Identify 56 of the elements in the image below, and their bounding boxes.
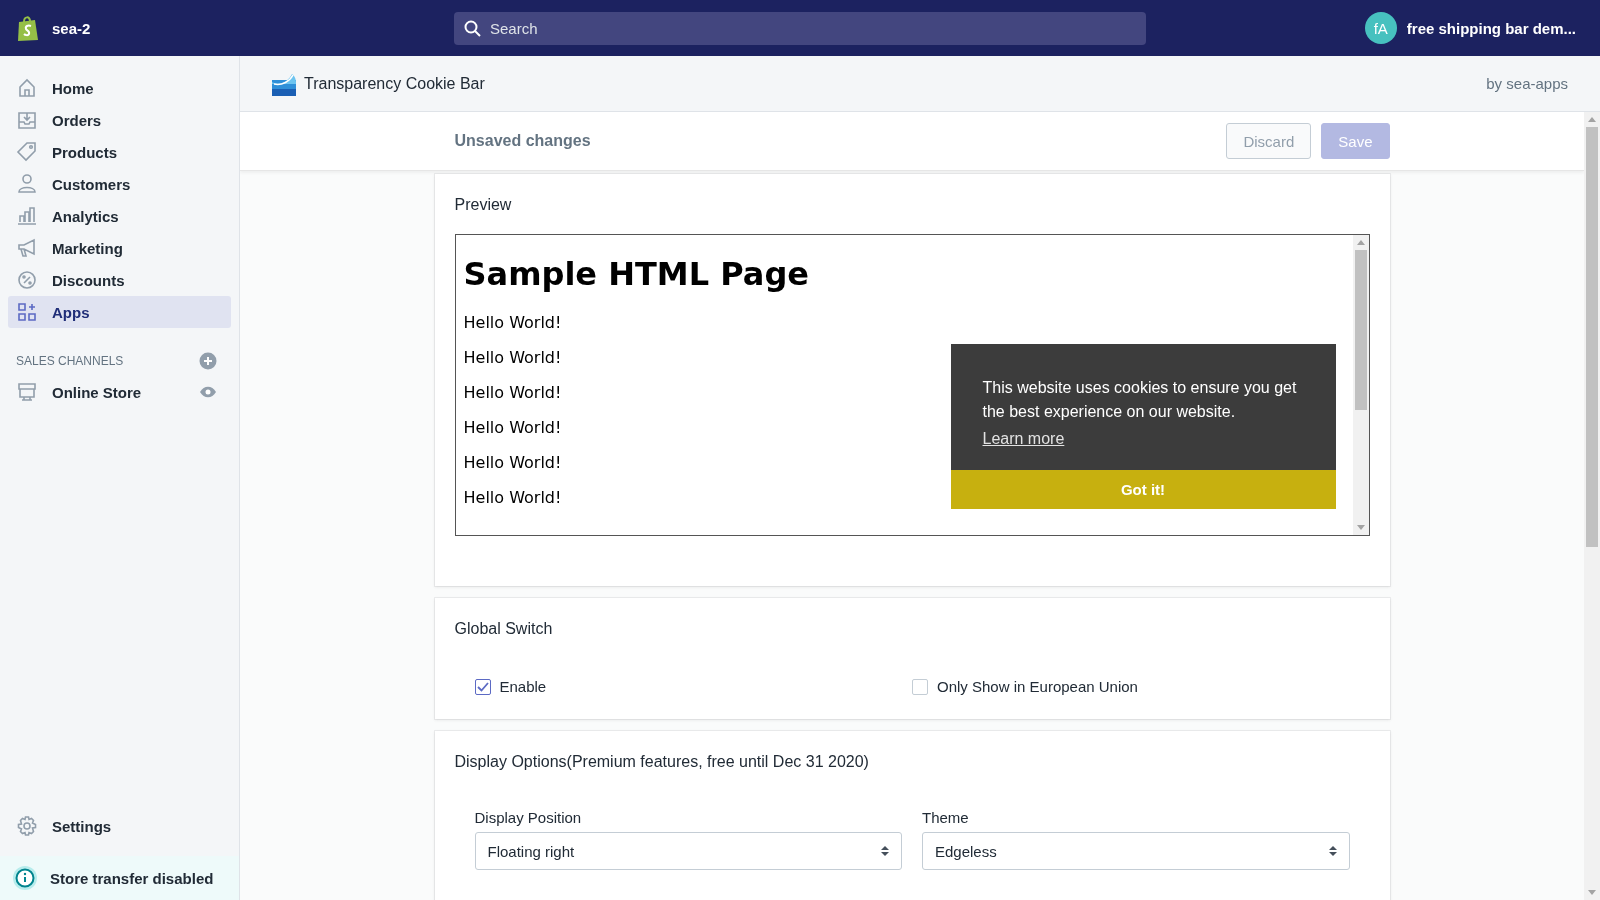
field-label: Display Position	[474, 809, 583, 826]
nav-item[interactable]: Settings	[8, 810, 231, 842]
inbox-icon	[16, 109, 38, 131]
caret-icon	[1328, 845, 1337, 857]
page-text: Hello World!	[463, 418, 562, 437]
nav-item[interactable]: Orders	[8, 104, 231, 136]
info-icon	[12, 865, 38, 891]
card-title: Display Options(Premium features, free until Dec 31 2020)	[454, 753, 870, 771]
page-text: Hello World!	[463, 348, 562, 367]
settings-icon	[16, 815, 38, 837]
eye-icon[interactable]	[199, 386, 217, 398]
search-field[interactable]: Search	[454, 11, 1146, 45]
wave-logo-icon	[272, 71, 296, 96]
page-heading: Sample HTML Page	[463, 255, 810, 293]
page-text: Hello World!	[463, 488, 562, 507]
store-name[interactable]: sea-2	[52, 19, 91, 37]
checkbox[interactable]	[474, 678, 491, 695]
nav-item[interactable]: Analytics	[8, 200, 231, 232]
add-icon[interactable]	[199, 352, 217, 370]
app-title: Transparency Cookie Bar	[304, 74, 485, 93]
account-name[interactable]: free shipping bar dem...	[1406, 19, 1584, 37]
card-title: Preview	[454, 196, 513, 214]
card-title: Global Switch	[454, 620, 554, 638]
field-label: Theme	[922, 809, 970, 826]
checkbox-label: Only Show in European Union	[937, 678, 1138, 695]
home-icon	[16, 77, 38, 99]
nav-item[interactable]: Home	[8, 72, 231, 104]
caret-icon	[881, 845, 889, 857]
nav-item[interactable]: Marketing	[8, 232, 231, 264]
page-text: Hello World!	[463, 453, 562, 472]
nav-item[interactable]: Discounts	[8, 264, 231, 296]
person-icon	[16, 173, 38, 195]
tag-icon	[16, 141, 38, 163]
nav-item[interactable]: Products	[8, 136, 231, 168]
learn-more-link[interactable]: Learn more	[982, 430, 1065, 447]
checkbox-label: Enable	[499, 678, 547, 695]
nav-item[interactable]: Online Store	[8, 376, 191, 408]
select-field[interactable]: Edgeless	[922, 832, 1350, 870]
bar-chart-icon	[16, 205, 38, 227]
page-text: Hello World!	[463, 383, 562, 402]
scrollbar[interactable]	[1584, 112, 1600, 900]
cookie-message: This website uses cookies to ensure you get the best experience on our website.	[982, 378, 1298, 422]
storefront-icon	[16, 381, 38, 403]
section-heading: SALES CHANNELS	[16, 354, 124, 368]
select-field[interactable]: Floating right	[474, 832, 902, 870]
page-text: Hello World!	[463, 313, 562, 332]
unsaved-message: Unsaved changes	[454, 132, 591, 150]
scrollbar[interactable]	[1352, 235, 1369, 535]
shopping-bag-logo-icon[interactable]	[16, 14, 40, 42]
nav-item[interactable]: Customers	[8, 168, 231, 200]
nav-item[interactable]: Apps	[8, 296, 231, 328]
megaphone-icon	[16, 237, 38, 259]
apps-icon	[16, 301, 38, 323]
app-byline: by sea-apps	[1486, 75, 1568, 92]
notice-text: Store transfer disabled	[50, 869, 214, 887]
discount-icon	[16, 269, 38, 291]
